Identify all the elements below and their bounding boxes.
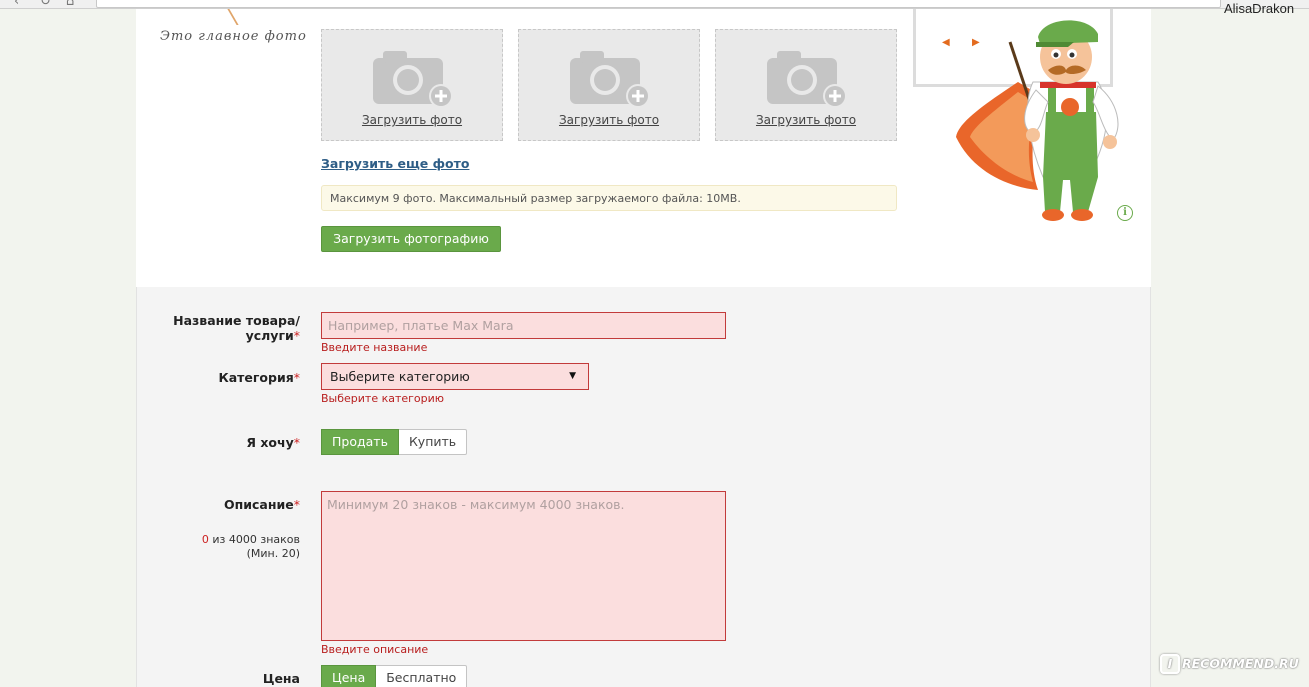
- price-label: Цена: [262, 671, 300, 686]
- upload-photo-link[interactable]: Загрузить фото: [716, 113, 896, 127]
- upload-more-photos-link[interactable]: Загрузить еще фото: [321, 156, 469, 171]
- buy-option[interactable]: Купить: [398, 429, 468, 455]
- photo-limit-note: Максимум 9 фото. Максимальный размер заг…: [321, 185, 897, 211]
- mascot-illustration: [956, 20, 1119, 221]
- photo-slot-1[interactable]: Загрузить фото: [321, 29, 503, 141]
- category-label: Категория*: [218, 370, 300, 385]
- free-option[interactable]: Бесплатно: [376, 665, 468, 687]
- main-photo-note: Это главное фото: [160, 29, 307, 44]
- description-char-counter: 0 из 4000 знаков (Мин. 20): [201, 533, 300, 560]
- description-textarea[interactable]: [321, 491, 726, 641]
- home-icon[interactable]: ⌂: [66, 0, 74, 8]
- required-mark: *: [293, 497, 300, 512]
- address-bar[interactable]: [96, 0, 1221, 8]
- camera-plus-icon: [373, 51, 453, 108]
- site-watermark: I RECOMMEND.RU: [1160, 654, 1299, 674]
- upload-photo-link[interactable]: Загрузить фото: [519, 113, 699, 127]
- sell-option[interactable]: Продать: [321, 429, 399, 455]
- upload-photo-button[interactable]: Загрузить фотографию: [321, 226, 501, 252]
- char-count-value: 0: [201, 533, 209, 546]
- category-error: Выберите категорию: [321, 392, 445, 405]
- user-name[interactable]: AlisaDrakon: [1224, 1, 1294, 16]
- photo-slot-3[interactable]: Загрузить фото: [715, 29, 897, 141]
- title-error: Введите название: [321, 341, 428, 354]
- title-label: Название товара/ услуги*: [173, 313, 300, 343]
- title-input[interactable]: [321, 312, 726, 339]
- intent-toggle: Продать Купить: [321, 429, 468, 455]
- required-mark: *: [293, 370, 300, 385]
- chevron-down-icon: ▼: [569, 371, 576, 381]
- description-label: Описание*: [224, 497, 300, 512]
- price-option[interactable]: Цена: [321, 665, 377, 687]
- upload-photo-link[interactable]: Загрузить фото: [322, 113, 502, 127]
- browser-toolbar: ‹ ↻ ⌂: [0, 0, 1309, 9]
- required-mark: *: [293, 435, 300, 450]
- watermark-logo-icon: I: [1160, 654, 1180, 674]
- photo-slot-2[interactable]: Загрузить фото: [518, 29, 700, 141]
- camera-plus-icon: [570, 51, 650, 108]
- reload-icon[interactable]: ↻: [40, 0, 51, 8]
- category-selected-value: Выберите категорию: [330, 369, 470, 384]
- price-toggle: Цена Бесплатно: [321, 665, 468, 687]
- intent-label: Я хочу*: [246, 435, 300, 450]
- category-select[interactable]: Выберите категорию ▼: [321, 363, 589, 390]
- description-error: Введите описание: [321, 643, 429, 656]
- info-icon[interactable]: i: [1117, 205, 1133, 221]
- required-mark: *: [293, 328, 300, 343]
- camera-plus-icon: [767, 51, 847, 108]
- back-icon[interactable]: ‹: [14, 0, 19, 8]
